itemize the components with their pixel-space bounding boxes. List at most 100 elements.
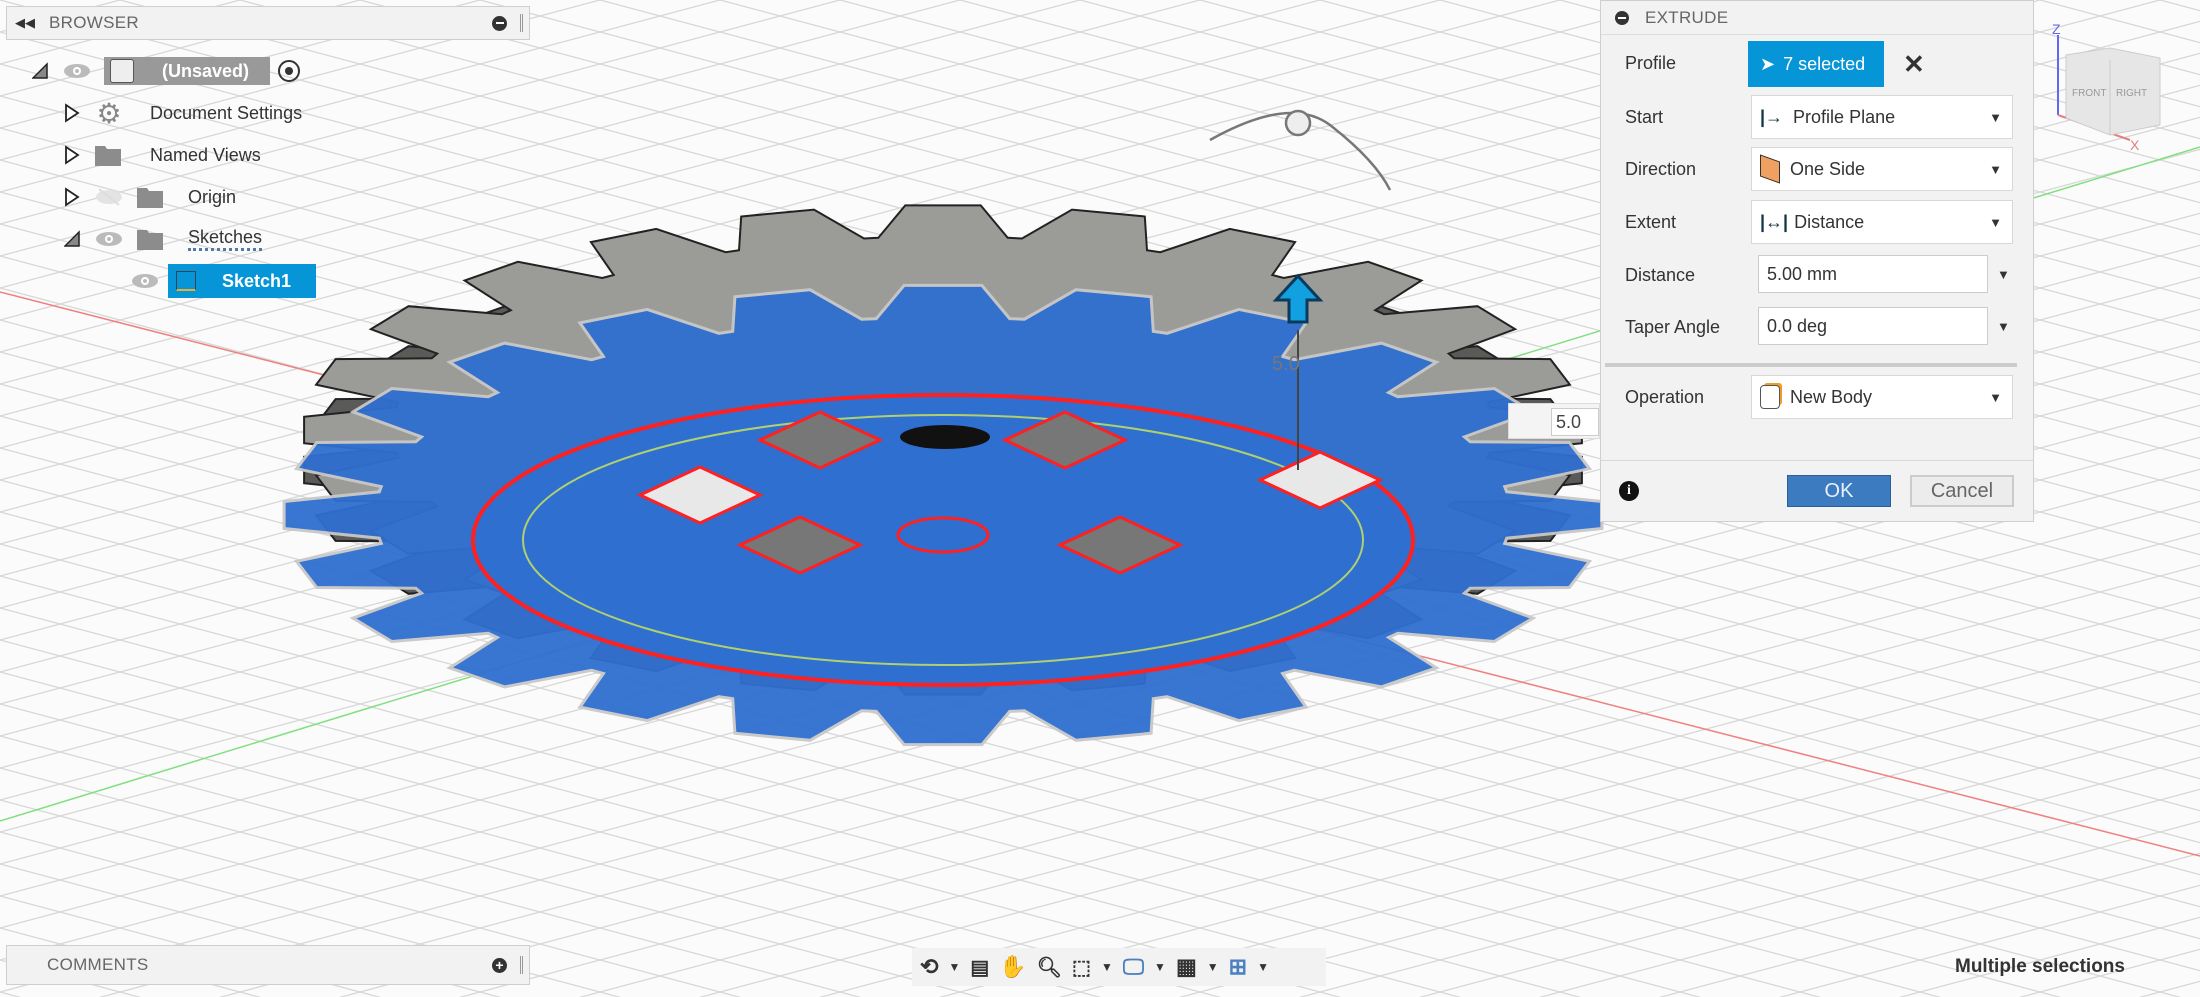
start-dropdown[interactable]: |→ Profile Plane ▼ [1751, 95, 2013, 139]
browser-root-item[interactable]: (Unsaved) [32, 52, 300, 90]
operation-value: New Body [1790, 386, 1873, 407]
item-label: Sketch1 [222, 270, 292, 291]
extent-value: Distance [1794, 211, 1865, 232]
browser-item-sketch1[interactable]: Sketch1 [130, 262, 316, 300]
start-value: Profile Plane [1793, 106, 1896, 127]
viewcube-right-face[interactable]: RIGHT [2116, 88, 2147, 99]
collapsed-triangle-icon[interactable] [64, 103, 80, 123]
root-label: (Unsaved) [162, 60, 250, 81]
extent-label: Extent [1625, 212, 1677, 232]
collapse-dialog-icon[interactable] [1615, 10, 1629, 25]
operation-dropdown[interactable]: New Body ▼ [1751, 375, 2013, 419]
grid-settings-icon[interactable]: ▦ [1176, 954, 1197, 980]
taper-angle-label: Taper Angle [1625, 317, 1721, 337]
item-label: Origin [188, 186, 237, 207]
extent-dropdown[interactable]: |↔| Distance ▼ [1751, 200, 2013, 244]
chevron-down-icon[interactable]: ▼ [1154, 960, 1166, 974]
extrude-title: EXTRUDE [1645, 7, 1729, 27]
folder-icon [95, 146, 121, 166]
chevron-down-icon[interactable]: ▼ [948, 960, 960, 974]
add-comment-icon[interactable]: + [492, 957, 507, 973]
viewcube-x-label: X [2130, 137, 2140, 153]
look-at-icon[interactable]: ▤ [970, 955, 989, 980]
eye-hidden-icon[interactable] [94, 187, 124, 207]
viewports-icon[interactable]: ⊞ [1229, 954, 1247, 980]
folder-icon [137, 230, 163, 250]
profile-label: Profile [1625, 53, 1677, 73]
cancel-button[interactable]: Cancel [1910, 475, 2014, 507]
display-settings-icon[interactable]: 🖵 [1123, 954, 1144, 980]
item-label: Sketches [188, 227, 263, 251]
extrude-header: EXTRUDE [1601, 1, 2033, 35]
shaft-hole[interactable] [900, 425, 990, 449]
cursor-arrow-icon: ➤ [1760, 53, 1776, 74]
browser-item-origin[interactable]: Origin [64, 178, 236, 216]
distance-options-arrow[interactable]: ▼ [1997, 267, 2010, 282]
eye-icon[interactable] [94, 229, 124, 249]
pan-hand-icon[interactable]: ✋ [999, 954, 1026, 980]
profile-value: 7 selected [1783, 53, 1866, 74]
panel-resize-handle[interactable] [520, 956, 523, 974]
browser-item-sketches[interactable]: Sketches [64, 220, 263, 258]
distance-input[interactable]: 5.00 mm [1758, 255, 1988, 293]
sketch-icon [176, 271, 196, 291]
center-hole-profile[interactable] [896, 516, 990, 554]
expanded-triangle-icon[interactable] [32, 61, 48, 81]
footer-divider [1601, 460, 2033, 461]
zoom-icon[interactable]: 🔍︎ [1037, 955, 1062, 980]
browser-item-named-views[interactable]: Named Views [64, 136, 261, 174]
start-label: Start [1625, 107, 1664, 127]
dimension-label: 5.0 [1272, 353, 1300, 375]
chevron-down-icon: ▼ [1989, 389, 2002, 405]
eye-icon[interactable] [62, 61, 92, 81]
dimension-input-box[interactable]: 5.0 [1508, 403, 1600, 439]
extrude-dialog: EXTRUDE Profile ➤ 7 selected ✕ Start |→ … [1600, 0, 2034, 522]
chevron-down-icon[interactable]: ▼ [1257, 960, 1269, 974]
direction-value: One Side [1790, 158, 1866, 179]
rotate-manipulator-handle[interactable] [1284, 109, 1312, 137]
browser-panel: ◀◀ BROWSER [6, 6, 530, 40]
browser-minimize-icon[interactable] [492, 15, 507, 31]
component-root[interactable]: (Unsaved) [104, 57, 270, 85]
navigation-toolbar: ⟲ ▼ ▤ ✋ 🔍︎ ⬚ ▼ 🖵 ▼ ▦ ▼ ⊞ ▼ [912, 948, 1326, 986]
panel-resize-handle[interactable] [520, 14, 523, 32]
eye-icon[interactable] [130, 271, 160, 291]
sketch1-highlight[interactable]: Sketch1 [168, 264, 316, 298]
dimension-input[interactable]: 5.0 [1551, 408, 1599, 436]
expanded-triangle-icon[interactable] [64, 229, 80, 249]
browser-item-document-settings[interactable]: ⚙ Document Settings [64, 94, 302, 132]
chevron-down-icon[interactable]: ▼ [1101, 960, 1113, 974]
profile-selection-button[interactable]: ➤ 7 selected [1748, 41, 1884, 87]
comments-panel[interactable]: COMMENTS + [6, 945, 530, 985]
collapsed-triangle-icon[interactable] [64, 187, 80, 207]
collapsed-triangle-icon[interactable] [64, 145, 80, 165]
activate-radio-icon[interactable] [278, 60, 300, 82]
distance-label: Distance [1625, 265, 1696, 285]
gear-model[interactable] [282, 204, 1604, 747]
taper-options-arrow[interactable]: ▼ [1997, 319, 2010, 334]
item-label: Named Views [150, 144, 261, 165]
fit-icon[interactable]: ⬚ [1072, 955, 1091, 980]
direction-label: Direction [1625, 159, 1697, 179]
gear-icon: ⚙ [96, 97, 122, 129]
chevron-down-icon: ▼ [1989, 109, 2002, 125]
info-icon[interactable]: i [1619, 481, 1639, 501]
taper-angle-input[interactable]: 0.0 deg [1758, 307, 1988, 345]
component-icon [110, 59, 134, 83]
item-label: Document Settings [150, 102, 303, 123]
new-body-icon [1760, 385, 1780, 409]
chevron-down-icon: ▼ [1989, 161, 2002, 177]
clear-selection-x-icon[interactable]: ✕ [1903, 49, 1925, 80]
orbit-icon[interactable]: ⟲ [920, 954, 938, 980]
browser-title: BROWSER [49, 13, 139, 32]
operation-label: Operation [1625, 387, 1705, 407]
ok-button[interactable]: OK [1787, 475, 1891, 507]
folder-icon [137, 188, 163, 208]
distance-extent-icon: |↔| [1760, 211, 1789, 232]
status-text: Multiple selections [1955, 956, 2125, 977]
chevron-down-icon[interactable]: ▼ [1207, 960, 1219, 974]
direction-dropdown[interactable]: One Side ▼ [1751, 147, 2013, 191]
collapse-browser-icon[interactable]: ◀◀ [15, 15, 35, 31]
one-side-icon [1760, 154, 1780, 184]
viewcube-front-face[interactable]: FRONT [2072, 88, 2106, 99]
